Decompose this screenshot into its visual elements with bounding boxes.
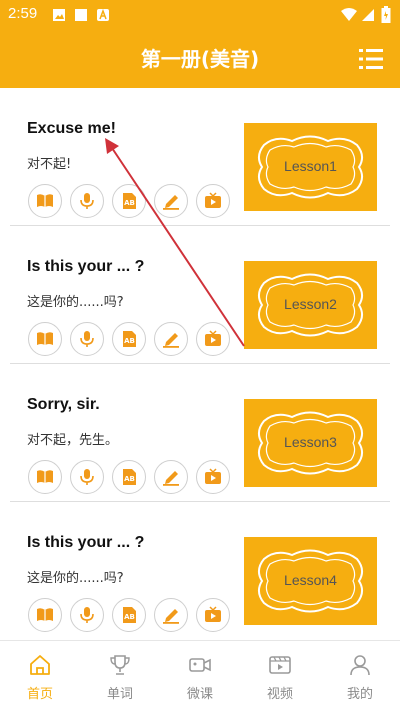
- video-camera-icon: [189, 658, 211, 672]
- video-player-icon: [269, 656, 291, 674]
- person-icon: [350, 655, 370, 676]
- tab-video-label: 视频: [266, 687, 293, 702]
- annotation-arrow: [105, 138, 245, 347]
- tab-profile[interactable]: 我的: [320, 641, 400, 711]
- tab-home[interactable]: 首页: [0, 641, 80, 711]
- home-icon: [30, 655, 50, 675]
- tab-words-label: 单词: [106, 687, 133, 702]
- tab-video[interactable]: 视频: [240, 641, 320, 711]
- tab-microclass[interactable]: 微课: [160, 641, 240, 711]
- tab-words[interactable]: 单词: [80, 641, 160, 711]
- trophy-icon: [110, 655, 130, 675]
- tab-microclass-label: 微课: [186, 687, 213, 702]
- tab-home-label: 首页: [26, 687, 53, 702]
- bottom-tab-bar: 首页 单词 微课 视频 我的: [0, 640, 400, 711]
- tab-profile-label: 我的: [346, 687, 373, 702]
